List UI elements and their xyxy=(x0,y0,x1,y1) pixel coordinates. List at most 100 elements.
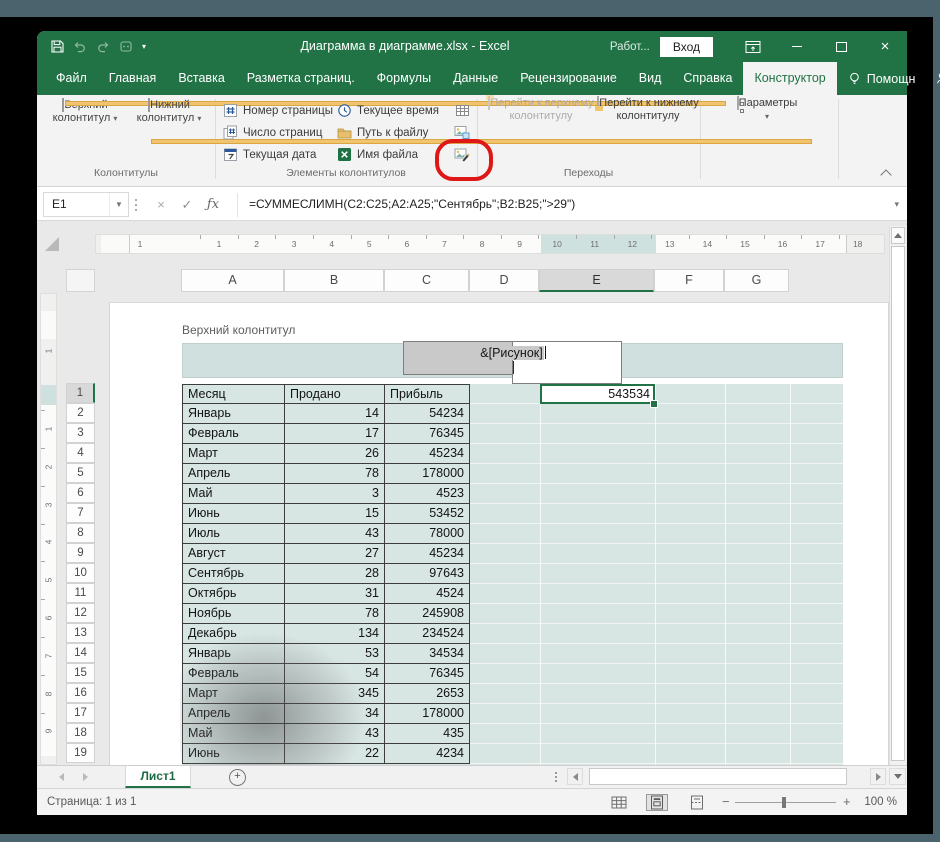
prev-sheet-button[interactable] xyxy=(59,773,64,781)
table-cell[interactable]: 245908 xyxy=(385,604,470,624)
column-header-C[interactable]: C xyxy=(384,269,469,292)
table-cell[interactable]: 26 xyxy=(285,444,385,464)
table-cell[interactable]: 28 xyxy=(285,564,385,584)
zoom-in-button[interactable]: + xyxy=(843,789,851,816)
table-cell[interactable]: 14 xyxy=(285,404,385,424)
scroll-up-button[interactable] xyxy=(891,227,905,244)
table-cell[interactable]: 27 xyxy=(285,544,385,564)
table-cell[interactable]: Август xyxy=(182,544,285,564)
table-cell[interactable]: 178000 xyxy=(385,464,470,484)
table-cell[interactable]: Декабрь xyxy=(182,624,285,644)
table-cell[interactable]: 43 xyxy=(285,724,385,744)
table-cell[interactable]: 45234 xyxy=(385,444,470,464)
insert-function-icon[interactable]: ƒx xyxy=(201,189,225,221)
tab-Справка[interactable]: Справка xyxy=(672,62,743,95)
column-header-B[interactable]: B xyxy=(284,269,384,292)
row-header-11[interactable]: 11 xyxy=(66,583,95,603)
table-header-cell[interactable]: Месяц xyxy=(182,384,285,404)
row-header-4[interactable]: 4 xyxy=(66,443,95,463)
page-break-view-button[interactable] xyxy=(686,794,708,811)
table-cell[interactable]: Ноябрь xyxy=(182,604,285,624)
formula-bar-drag-dots[interactable] xyxy=(135,199,137,201)
undo-icon[interactable] xyxy=(73,40,87,53)
maximize-button[interactable] xyxy=(819,31,863,62)
goto-header-button[interactable]: Перейти к верхнему колонтитулу xyxy=(485,97,597,167)
scroll-right-button[interactable] xyxy=(870,768,886,785)
account-name[interactable]: Работ... xyxy=(610,41,650,53)
header-button[interactable]: Верхний колонтитул ▾ xyxy=(43,99,127,163)
table-cell[interactable]: Сентябрь xyxy=(182,564,285,584)
sheet-tab-active[interactable]: Лист1 xyxy=(125,766,191,788)
table-cell[interactable]: 17 xyxy=(285,424,385,444)
row-header-5[interactable]: 5 xyxy=(66,463,95,483)
name-box[interactable]: E1 ▼ xyxy=(43,192,129,217)
page-layout-view-button[interactable] xyxy=(646,794,668,811)
row-header-12[interactable]: 12 xyxy=(66,603,95,623)
table-cell[interactable]: Март xyxy=(182,444,285,464)
options-button[interactable]: Параметры ▾ xyxy=(725,97,809,167)
vertical-scroll-thumb[interactable] xyxy=(891,246,905,761)
element-button-page-number[interactable]: Номер страницы xyxy=(223,101,333,120)
row-header-14[interactable]: 14 xyxy=(66,643,95,663)
table-cell[interactable]: Февраль xyxy=(182,424,285,444)
row-header-1[interactable]: 1 xyxy=(66,383,95,403)
table-cell[interactable]: 234524 xyxy=(385,624,470,644)
tab-Файл[interactable]: Файл xyxy=(45,62,98,95)
vertical-scrollbar[interactable] xyxy=(889,226,906,765)
element-button-current-time[interactable]: Текущее время xyxy=(337,101,439,120)
column-header-A[interactable]: A xyxy=(181,269,284,292)
fill-handle[interactable] xyxy=(650,400,658,408)
row-header-6[interactable]: 6 xyxy=(66,483,95,503)
row-header-18[interactable]: 18 xyxy=(66,723,95,743)
table-cell[interactable]: 4523 xyxy=(385,484,470,504)
scroll-down-button[interactable] xyxy=(889,768,906,785)
table-cell[interactable]: 53452 xyxy=(385,504,470,524)
table-header-cell[interactable]: Продано xyxy=(285,384,385,404)
table-cell[interactable]: Апрель xyxy=(182,464,285,484)
column-header-G[interactable]: G xyxy=(724,269,789,292)
element-button-current-date[interactable]: Текущая дата xyxy=(223,145,333,164)
table-cell[interactable]: 31 xyxy=(285,584,385,604)
column-header-F[interactable]: F xyxy=(654,269,724,292)
tab-Вставка[interactable]: Вставка xyxy=(167,62,235,95)
table-cell[interactable]: 15 xyxy=(285,504,385,524)
zoom-out-button[interactable]: − xyxy=(722,789,730,816)
table-cell[interactable]: 43 xyxy=(285,524,385,544)
tab-Рецензирование[interactable]: Рецензирование xyxy=(509,62,628,95)
row-header-17[interactable]: 17 xyxy=(66,703,95,723)
table-cell[interactable]: Май xyxy=(182,484,285,504)
column-header-E[interactable]: E xyxy=(539,269,654,292)
ribbon-display-options-button[interactable] xyxy=(731,31,775,62)
collapse-ribbon-button[interactable] xyxy=(882,171,890,179)
element-button-page-count[interactable]: Число страниц xyxy=(223,123,333,142)
table-cell[interactable]: 435 xyxy=(385,724,470,744)
hscroll-drag-dots[interactable] xyxy=(555,772,557,774)
table-cell[interactable]: 76345 xyxy=(385,424,470,444)
formula-input[interactable]: =СУММЕСЛИМН(C2:C25;A2:A25;"Сентябрь";B2:… xyxy=(249,189,575,221)
goto-footer-button[interactable]: Перейти к нижнему колонтитулу xyxy=(597,97,699,167)
tab-Данные[interactable]: Данные xyxy=(442,62,509,95)
sheet-name-button[interactable] xyxy=(451,101,473,120)
zoom-slider-thumb[interactable] xyxy=(782,797,786,808)
table-cell[interactable]: Июль xyxy=(182,524,285,544)
horizontal-scroll-thumb[interactable] xyxy=(589,768,847,785)
table-cell[interactable]: 345 xyxy=(285,684,385,704)
table-cell[interactable]: Январь xyxy=(182,644,285,664)
row-header-8[interactable]: 8 xyxy=(66,523,95,543)
row-header-2[interactable]: 2 xyxy=(66,403,95,423)
table-cell[interactable]: Март xyxy=(182,684,285,704)
table-cell[interactable]: Июнь xyxy=(182,504,285,524)
table-cell[interactable]: 3 xyxy=(285,484,385,504)
table-header-cell[interactable]: Прибыль xyxy=(385,384,470,404)
table-cell[interactable]: Февраль xyxy=(182,664,285,684)
touch-mode-icon[interactable] xyxy=(119,40,133,53)
table-cell[interactable]: 78 xyxy=(285,464,385,484)
row-header-9[interactable]: 9 xyxy=(66,543,95,563)
name-box-caret-icon[interactable]: ▼ xyxy=(109,193,128,216)
table-cell[interactable]: 4524 xyxy=(385,584,470,604)
horizontal-ruler[interactable]: 1123456789101112131415161718 xyxy=(95,234,885,254)
row-header-15[interactable]: 15 xyxy=(66,663,95,683)
tab-Формулы[interactable]: Формулы xyxy=(366,62,442,95)
qat-customize-caret-icon[interactable]: ▾ xyxy=(142,42,146,51)
table-cell[interactable]: 78000 xyxy=(385,524,470,544)
